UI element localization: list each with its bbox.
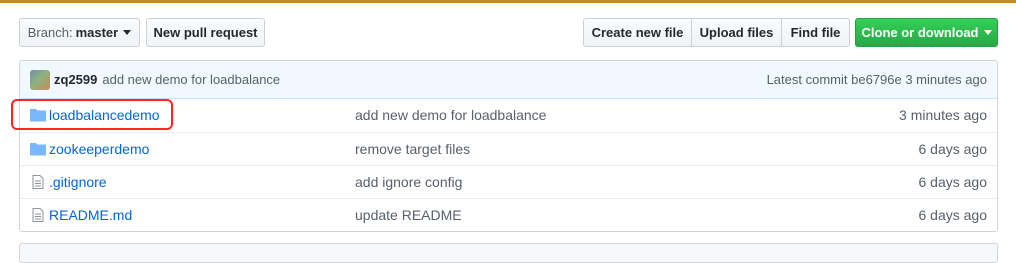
file-actions-group: Create new file Upload files Find file	[583, 18, 850, 47]
file-age: 3 minutes ago	[899, 107, 987, 123]
create-new-file-button[interactable]: Create new file	[583, 18, 692, 47]
find-file-button[interactable]: Find file	[781, 18, 850, 47]
commit-author[interactable]: zq2599	[54, 72, 97, 87]
file-commit-message[interactable]: remove target files	[355, 141, 470, 157]
new-pull-request-button[interactable]: New pull request	[146, 18, 265, 47]
file-name-link[interactable]: .gitignore	[49, 174, 107, 190]
file-age: 6 days ago	[918, 174, 988, 190]
file-icon	[32, 208, 44, 222]
file-commit-message[interactable]: add ignore config	[355, 174, 462, 190]
file-commit-message[interactable]: add new demo for loadbalance	[355, 107, 546, 123]
top-border	[0, 0, 1016, 3]
latest-commit-info[interactable]: Latest commit be6796e 3 minutes ago	[767, 72, 987, 87]
caret-down-icon	[983, 30, 992, 35]
clone-or-download-label: Clone or download	[861, 25, 979, 40]
branch-value: master	[75, 25, 119, 40]
file-table: zq2599 add new demo for loadbalance Late…	[19, 60, 998, 232]
upload-files-button[interactable]: Upload files	[691, 18, 782, 47]
file-age: 6 days ago	[918, 207, 988, 223]
file-commit-message[interactable]: update README	[355, 207, 462, 223]
folder-icon	[30, 143, 46, 156]
branch-label: Branch:	[27, 25, 73, 40]
file-age: 6 days ago	[918, 141, 988, 157]
caret-down-icon	[123, 30, 132, 35]
commit-message[interactable]: add new demo for loadbalance	[102, 72, 280, 87]
file-icon	[32, 175, 44, 189]
table-row: README.md update README 6 days ago	[20, 198, 997, 231]
readme-box	[19, 243, 998, 263]
latest-commit-bar: zq2599 add new demo for loadbalance Late…	[20, 61, 997, 99]
highlight-annotation	[11, 99, 173, 130]
avatar[interactable]	[30, 69, 50, 90]
file-name-link[interactable]: zookeeperdemo	[49, 141, 149, 157]
table-row: zookeeperdemo remove target files 6 days…	[20, 132, 997, 165]
file-name-link[interactable]: README.md	[49, 207, 132, 223]
branch-select-button[interactable]: Branch: master	[19, 18, 140, 47]
clone-or-download-button[interactable]: Clone or download	[855, 18, 998, 47]
table-row: .gitignore add ignore config 6 days ago	[20, 165, 997, 198]
